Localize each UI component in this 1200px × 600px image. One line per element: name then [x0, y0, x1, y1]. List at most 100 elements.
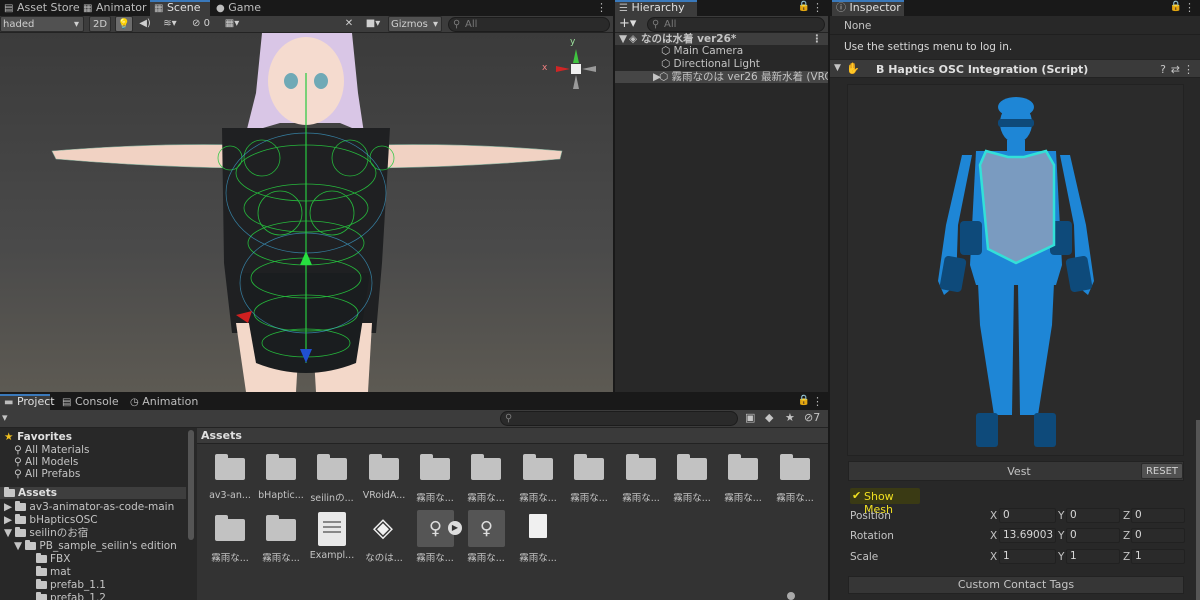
assets-root[interactable]: Assets [0, 487, 186, 499]
asset-folder-icon[interactable] [266, 515, 296, 541]
expand-arrow-icon[interactable]: ▶ [4, 514, 12, 526]
play-icon[interactable]: ▶ [448, 521, 462, 535]
scene-search-input[interactable]: ⚲ All [448, 17, 610, 32]
label-icon[interactable]: ◆ [765, 411, 773, 424]
asset-folder-icon[interactable] [215, 454, 245, 480]
position-x-field[interactable]: 0 [999, 508, 1056, 523]
gizmos-dropdown[interactable]: Gizmos ▾ [388, 16, 442, 32]
tree-item[interactable]: ▶ bHapticsOSC [4, 514, 98, 526]
thumbnail-size-slider[interactable] [787, 592, 795, 600]
scale-x-field[interactable]: 1 [999, 549, 1056, 564]
more-options-icon[interactable]: ⋮ [1184, 1, 1195, 14]
text-file-icon[interactable] [318, 512, 346, 546]
more-options-icon[interactable]: ⋮ [596, 1, 607, 14]
prefab-thumbnail[interactable]: ♀ [468, 510, 505, 547]
asset-folder-icon[interactable] [677, 454, 707, 480]
camera-dropdown[interactable]: ■▾ [361, 16, 385, 32]
asset-folder-icon[interactable] [317, 454, 347, 480]
show-mesh-toggle[interactable]: ✔ Show Mesh [850, 488, 920, 516]
tab-project[interactable]: ▬ Project [0, 394, 55, 410]
reset-button[interactable]: RESET [1141, 463, 1183, 479]
more-options-icon[interactable]: ⋮ [812, 1, 823, 14]
presets-icon[interactable]: ⇄ [1171, 63, 1180, 76]
scale-z-field[interactable]: 1 [1131, 549, 1185, 564]
tree-scrollbar[interactable] [188, 430, 194, 540]
hierarchy-search-input[interactable]: ⚲ All [647, 17, 825, 32]
favorite-item[interactable]: ⚲ All Prefabs [14, 468, 80, 480]
tree-item[interactable]: prefab_1.2 [36, 592, 106, 600]
tree-item[interactable]: ▼ seilinのお宿 [4, 527, 88, 539]
tab-game[interactable]: ● Game [212, 0, 272, 16]
rotation-x-field[interactable]: 13.69003 [999, 528, 1056, 543]
asset-folder-icon[interactable] [626, 454, 656, 480]
tools-button[interactable]: ✕ [340, 16, 358, 32]
filter-type-icon[interactable]: ▣ [745, 411, 755, 424]
more-options-icon[interactable]: ⋮ [812, 33, 823, 45]
tab-animation[interactable]: ◷ Animation [126, 394, 198, 410]
tab-scene[interactable]: ▦ Scene [150, 0, 210, 16]
audio-toggle[interactable]: ◀) [136, 16, 154, 32]
inspector-scrollbar[interactable] [1196, 420, 1200, 600]
tab-asset-store[interactable]: ▤ Asset Store [0, 0, 80, 16]
asset-folder-icon[interactable] [266, 454, 296, 480]
checkbox-checked-icon[interactable]: ✔ [852, 489, 861, 502]
tab-console[interactable]: ▤ Console [58, 394, 120, 410]
haptics-body-preview[interactable] [847, 84, 1184, 456]
scale-y-field[interactable]: 1 [1066, 549, 1120, 564]
shading-mode-dropdown[interactable]: haded ▾ [0, 16, 84, 32]
hierarchy-scene-row[interactable]: ▼ ◈ なのは水着 ver26* ⋮ [615, 33, 828, 45]
project-search-input[interactable]: ⚲ [500, 411, 738, 426]
asset-folder-icon[interactable] [728, 454, 758, 480]
2d-toggle[interactable]: 2D [89, 16, 111, 32]
more-options-icon[interactable]: ⋮ [812, 395, 823, 408]
asset-folder-icon[interactable] [471, 454, 501, 480]
rotation-z-field[interactable]: 0 [1131, 528, 1185, 543]
scene-viewport[interactable]: y x [0, 33, 613, 392]
orientation-gizmo[interactable]: y x [542, 37, 604, 97]
expand-arrow-icon[interactable]: ▼ [14, 540, 22, 552]
tree-item[interactable]: ▼ PB_sample_seilin's edition [14, 540, 177, 552]
tab-hierarchy[interactable]: ☰ Hierarchy [615, 0, 697, 16]
unity-scene-icon[interactable]: ◈ [368, 512, 398, 544]
asset-folder-icon[interactable] [420, 454, 450, 480]
asset-folder-icon[interactable] [780, 454, 810, 480]
hierarchy-item-selected[interactable]: ▶ ⬡ 霧雨なのは ver26 最新水着 (VRChat) [615, 71, 828, 83]
expand-arrow-icon[interactable]: ▼ [834, 63, 841, 73]
favorite-item[interactable]: ⚲ All Materials [14, 444, 90, 456]
component-header[interactable]: ▼ ✋ B Haptics OSC Integration (Script) ?… [830, 59, 1200, 78]
hidden-packages-toggle[interactable]: ⊘7 [804, 411, 820, 424]
expand-arrow-icon[interactable]: ▶ [653, 71, 661, 83]
tree-item[interactable]: mat [36, 566, 71, 578]
asset-folder-icon[interactable] [574, 454, 604, 480]
lock-icon[interactable]: 🔒 [1170, 1, 1182, 12]
more-options-icon[interactable]: ⋮ [1183, 63, 1194, 76]
custom-contact-tags-header[interactable]: Custom Contact Tags [848, 576, 1184, 594]
tab-inspector[interactable]: ⓘ Inspector [832, 0, 904, 16]
favorite-item[interactable]: ⚲ All Models [14, 456, 78, 468]
favorites-header[interactable]: ★ Favorites [4, 431, 72, 443]
expand-arrow-icon[interactable]: ▶ [4, 501, 12, 513]
hierarchy-item[interactable]: ⬡ Main Camera [661, 45, 743, 57]
expand-arrow-icon[interactable]: ▼ [619, 33, 627, 45]
asset-folder-icon[interactable] [523, 454, 553, 480]
file-icon[interactable] [529, 514, 547, 538]
position-y-field[interactable]: 0 [1066, 508, 1120, 523]
asset-folder-icon[interactable] [215, 515, 245, 541]
expand-arrow-icon[interactable]: ▼ [4, 527, 12, 539]
asset-folder-icon[interactable] [369, 454, 399, 480]
lock-icon[interactable]: 🔒 [798, 1, 810, 12]
tree-item[interactable]: FBX [36, 553, 70, 565]
position-z-field[interactable]: 0 [1131, 508, 1185, 523]
lighting-toggle[interactable]: 💡 [115, 16, 133, 32]
lock-icon[interactable]: 🔒 [798, 395, 810, 406]
tab-animator[interactable]: ▦ Animator [79, 0, 147, 16]
effects-dropdown[interactable]: ≋▾ [157, 16, 183, 32]
grid-dropdown[interactable]: ▦▾ [218, 16, 246, 32]
star-icon[interactable]: ★ [785, 411, 795, 424]
help-icon[interactable]: ? [1160, 63, 1166, 76]
rotation-y-field[interactable]: 0 [1066, 528, 1120, 543]
hierarchy-item[interactable]: ⬡ Directional Light [661, 58, 760, 70]
hidden-objects-toggle[interactable]: ⊘ 0 [188, 16, 214, 32]
tree-item[interactable]: prefab_1.1 [36, 579, 106, 591]
add-button[interactable]: ▾ [2, 411, 8, 424]
